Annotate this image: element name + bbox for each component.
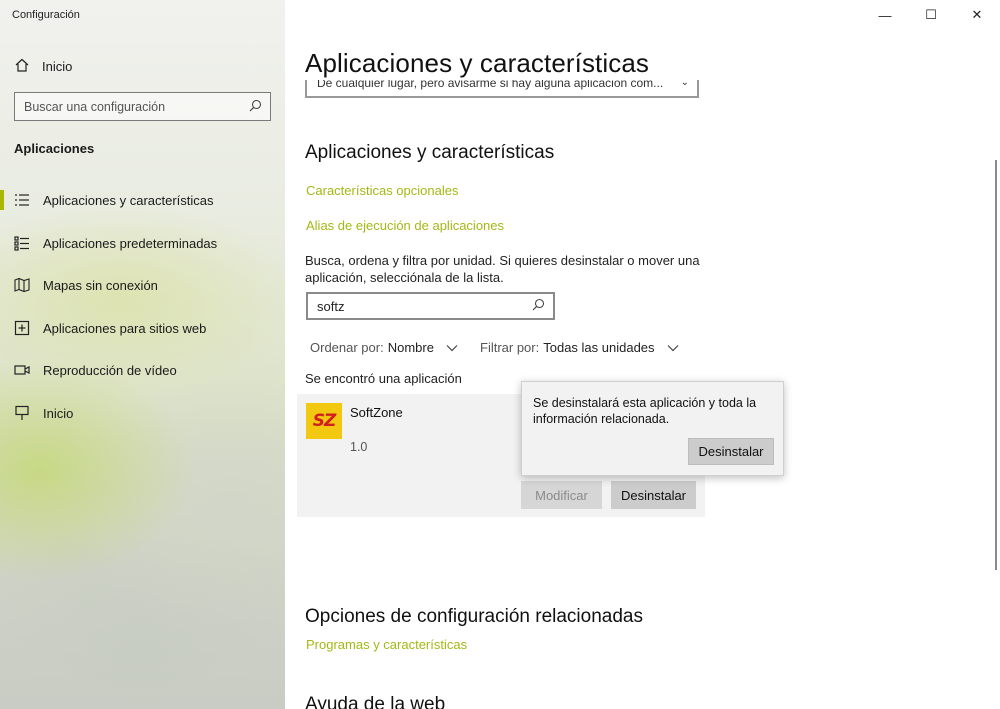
sidebar-item-default-apps[interactable]: Aplicaciones predeterminadas	[0, 228, 285, 258]
app-version: 1.0	[350, 440, 368, 454]
filter-label: Filtrar por:	[480, 340, 540, 355]
window-controls: — ☐ ✕	[862, 4, 1000, 26]
uninstall-confirm-text: Se desinstalará esta aplicación y toda l…	[533, 396, 757, 426]
app-search-value: softz	[317, 298, 345, 314]
apps-description: Busca, ordena y filtra por unidad. Si qu…	[305, 253, 700, 285]
sidebar-item-label: Inicio	[43, 405, 74, 421]
window-title: Configuración	[12, 9, 80, 21]
chevron-down-icon: ⌄	[680, 80, 689, 88]
sidebar: Configuración Inicio Buscar una configur…	[0, 0, 285, 709]
main-content: — ☐ ✕ Aplicaciones y características De …	[285, 0, 1000, 709]
related-settings-title: Opciones de configuración relacionadas	[305, 606, 643, 627]
search-icon	[532, 298, 545, 314]
close-button[interactable]: ✕	[954, 4, 1000, 26]
confirm-uninstall-button[interactable]: Desinstalar	[688, 438, 774, 465]
app-execution-aliases-link[interactable]: Alias de ejecución de aplicaciones	[306, 218, 504, 233]
sidebar-section-title: Aplicaciones	[14, 141, 95, 156]
sidebar-item-startup[interactable]: Inicio	[0, 398, 285, 428]
home-icon	[14, 57, 30, 76]
sort-label: Ordenar por:	[310, 340, 384, 355]
sort-dropdown[interactable]: Ordenar por: Nombre	[310, 340, 458, 355]
sidebar-home-label: Inicio	[42, 59, 73, 74]
search-icon	[249, 99, 262, 115]
default-apps-icon	[14, 235, 30, 251]
section-title: Aplicaciones y características	[305, 142, 555, 163]
web-apps-icon	[14, 320, 30, 336]
filter-value: Todas las unidades	[543, 340, 655, 355]
sidebar-item-label: Mapas sin conexión	[43, 277, 158, 293]
sidebar-item-apps-features[interactable]: Aplicaciones y características	[0, 185, 285, 215]
app-search-input[interactable]: softz	[306, 292, 555, 320]
uninstall-button[interactable]: Desinstalar	[611, 481, 696, 509]
settings-search-input[interactable]: Buscar una configuración	[14, 92, 271, 121]
result-count: Se encontró una aplicación	[305, 371, 462, 386]
optional-features-link[interactable]: Características opcionales	[306, 183, 458, 198]
sidebar-item-video-playback[interactable]: Reproducción de vídeo	[0, 355, 285, 385]
sidebar-item-label: Aplicaciones para sitios web	[43, 320, 207, 336]
sidebar-item-web-apps[interactable]: Aplicaciones para sitios web	[0, 313, 285, 343]
startup-icon	[14, 405, 30, 421]
chevron-down-icon	[446, 340, 458, 355]
video-icon	[14, 362, 30, 378]
programs-features-link[interactable]: Programas y características	[306, 637, 467, 652]
page-title: Aplicaciones y características	[305, 48, 650, 78]
app-name: SoftZone	[350, 405, 403, 420]
list-icon	[14, 192, 30, 208]
web-help-title: Ayuda de la web	[305, 694, 446, 709]
install-source-dropdown[interactable]: De cualquier lugar, pero avisarme si hay…	[305, 80, 699, 98]
install-source-dropdown-value: De cualquier lugar, pero avisarme si hay…	[317, 80, 664, 90]
scrollbar[interactable]	[995, 160, 997, 570]
sort-value: Nombre	[387, 340, 434, 355]
sidebar-item-label: Aplicaciones predeterminadas	[43, 235, 218, 251]
modify-button[interactable]: Modificar	[521, 481, 602, 509]
settings-search-placeholder: Buscar una configuración	[24, 99, 166, 114]
maximize-button[interactable]: ☐	[908, 4, 954, 26]
sidebar-item-offline-maps[interactable]: Mapas sin conexión	[0, 270, 285, 300]
sidebar-home[interactable]: Inicio	[14, 57, 72, 76]
uninstall-confirm-popup: Se desinstalará esta aplicación y toda l…	[521, 381, 784, 476]
minimize-button[interactable]: —	[862, 4, 908, 26]
map-icon	[14, 277, 30, 293]
softzone-logo: SZ	[306, 403, 342, 439]
chevron-down-icon	[667, 340, 679, 355]
sidebar-item-label: Aplicaciones y características	[43, 192, 214, 208]
sidebar-item-label: Reproducción de vídeo	[43, 362, 177, 378]
filter-dropdown[interactable]: Filtrar por: Todas las unidades	[480, 340, 679, 355]
